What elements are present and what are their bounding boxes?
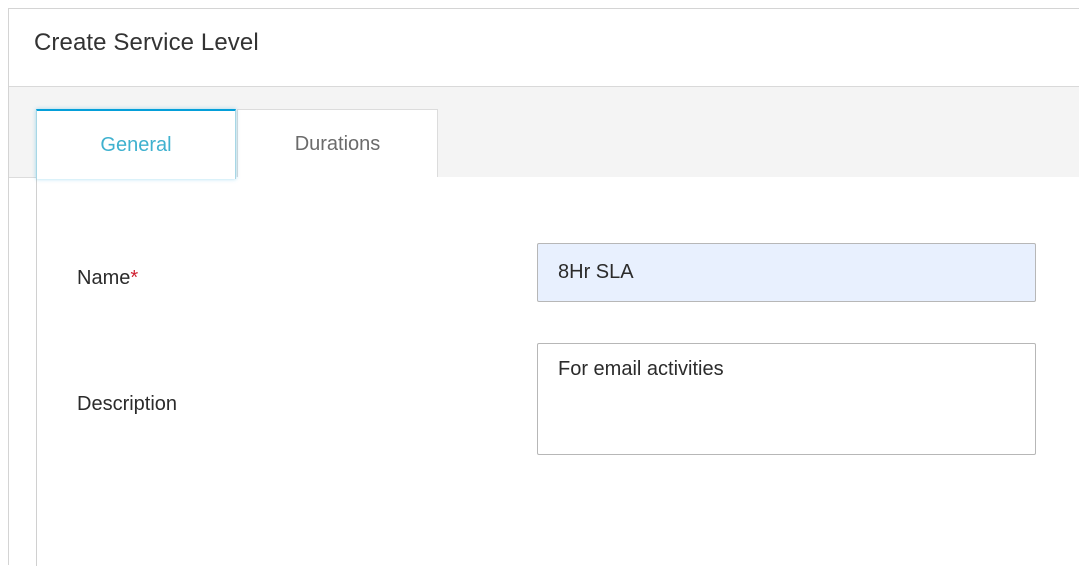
description-label: Description: [77, 393, 178, 415]
name-label-text: Name: [77, 267, 131, 289]
name-label: Name*: [77, 267, 138, 290]
dialog-header: Create Service Level: [9, 9, 1079, 87]
required-marker: *: [130, 267, 139, 289]
tab-durations[interactable]: Durations: [237, 109, 438, 179]
description-textarea[interactable]: For email activities: [537, 343, 1036, 455]
name-input[interactable]: [537, 243, 1036, 302]
general-tab-panel: Name* Description For email activities: [36, 177, 1079, 566]
dialog-title: Create Service Level: [34, 29, 259, 56]
tab-bar: General Durations: [9, 87, 1079, 179]
create-service-level-dialog: Create Service Level General Durations N…: [8, 8, 1079, 566]
tab-general[interactable]: General: [36, 109, 236, 179]
